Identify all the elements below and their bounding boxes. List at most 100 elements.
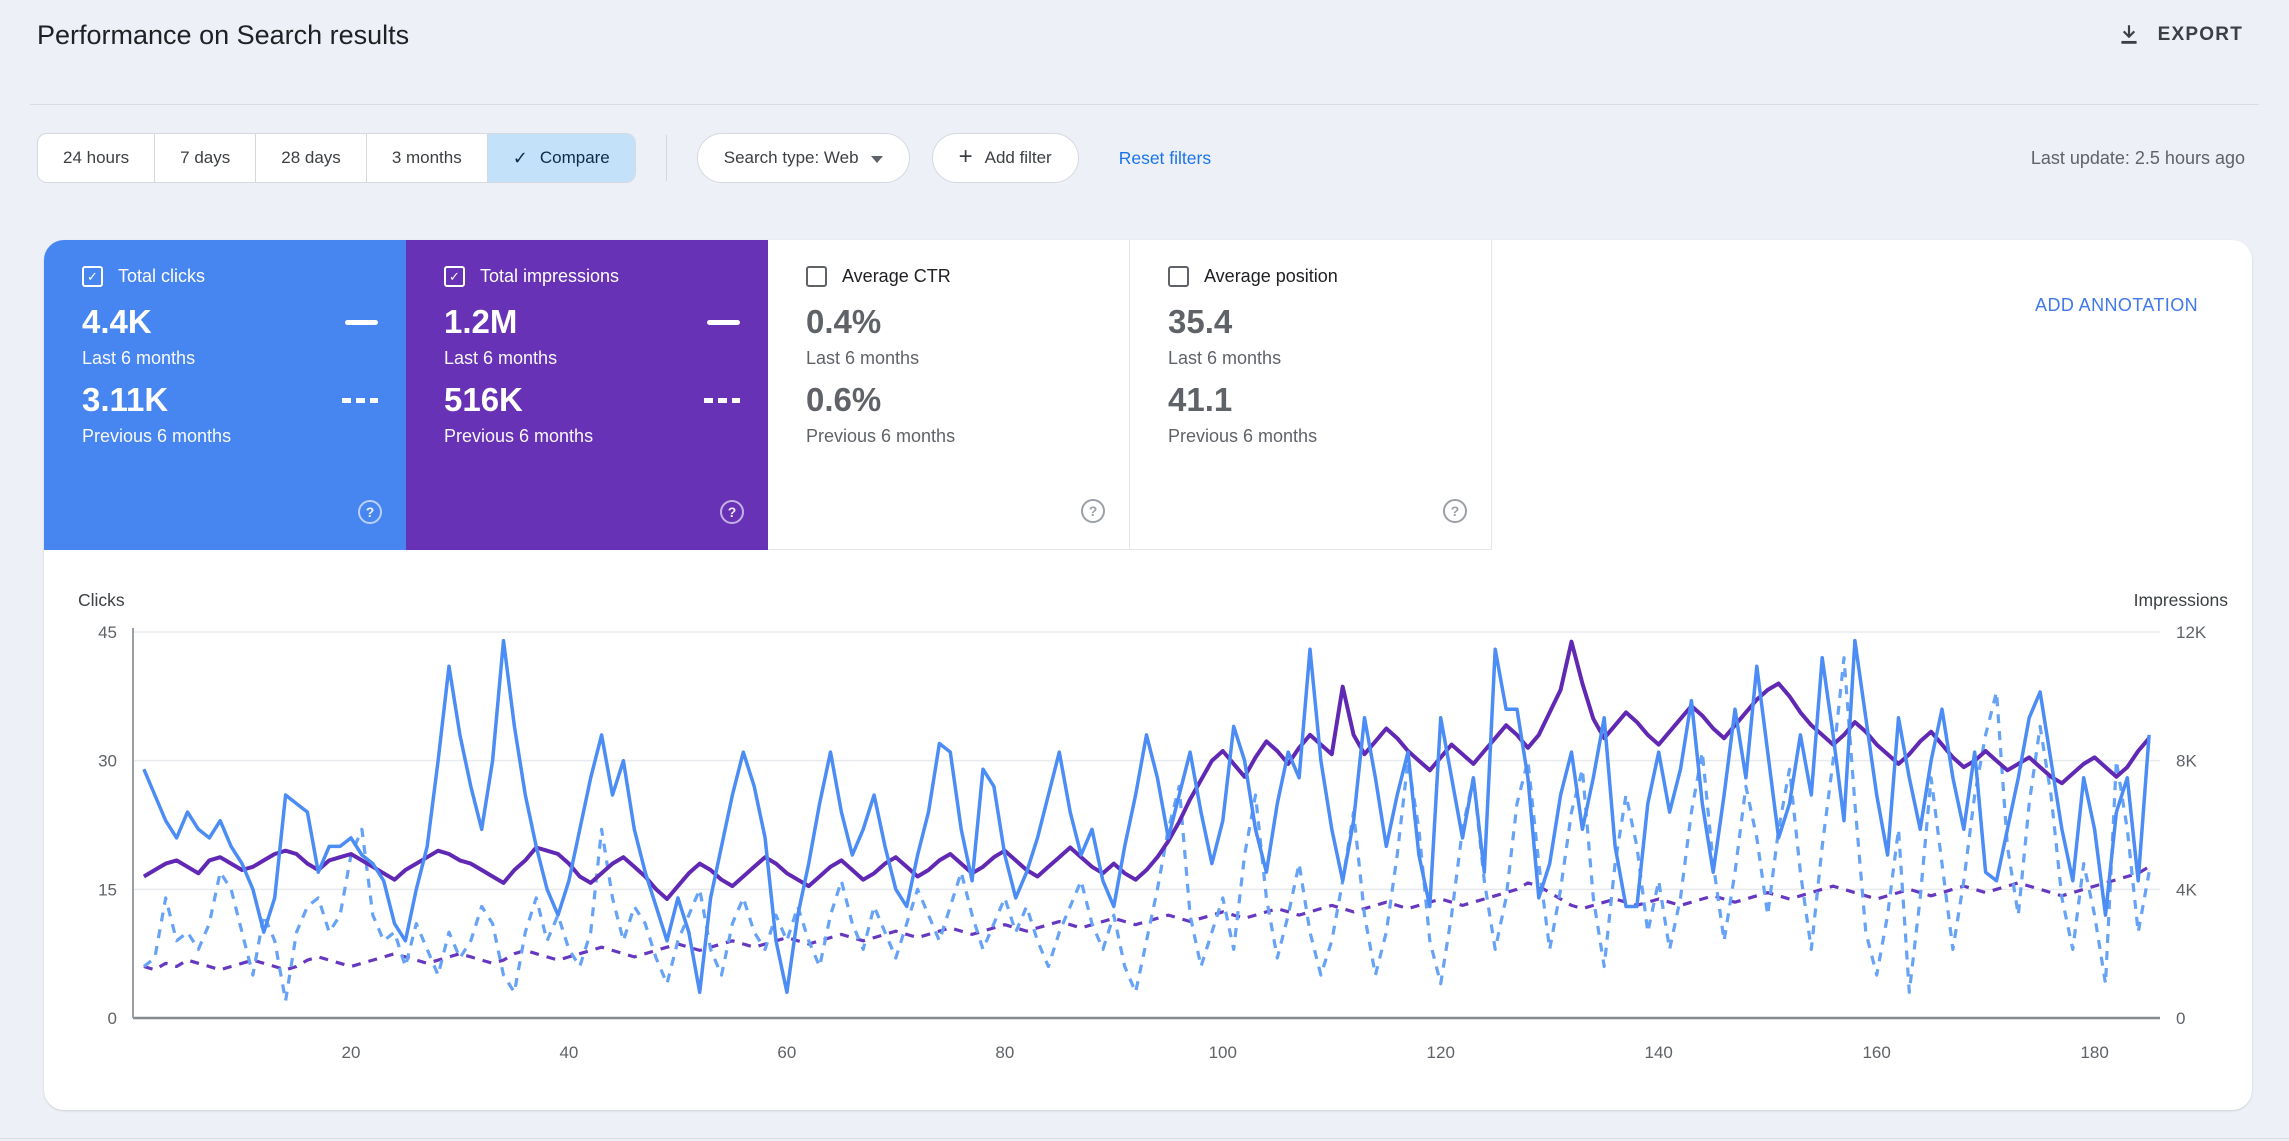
metric-label: Average position bbox=[1204, 266, 1338, 286]
range-label: 28 days bbox=[281, 148, 341, 167]
right-axis-tick: 0 bbox=[2176, 1009, 2185, 1028]
metric-label: Total impressions bbox=[480, 266, 620, 286]
header-divider bbox=[30, 104, 2259, 105]
plus-icon: + bbox=[958, 143, 973, 170]
left-axis-title: Clicks bbox=[78, 590, 125, 610]
metric-value-row: 41.1 bbox=[1168, 381, 1491, 419]
metric-label: Total clicks bbox=[118, 266, 206, 286]
metric-value: 41.1 bbox=[1168, 381, 1233, 418]
solid-line-legend-icon bbox=[707, 319, 740, 325]
range-7-days[interactable]: 7 days bbox=[154, 134, 255, 182]
metric-caption: Last 6 months bbox=[1168, 348, 1282, 368]
series-impressions-previous-6-months bbox=[143, 865, 2150, 972]
range-label: 24 hours bbox=[63, 148, 130, 167]
metric-value-row: 0.6% bbox=[806, 381, 1129, 419]
checkbox-unchecked-icon[interactable] bbox=[1168, 266, 1189, 287]
left-axis-tick: 45 bbox=[98, 623, 117, 642]
range-28-days[interactable]: 28 days bbox=[255, 134, 366, 182]
metric-value-row: 35.4 bbox=[1168, 303, 1491, 341]
metric-tile-total-impressions[interactable]: ✓ Total impressions 1.2M Last 6 months 516K P… bbox=[406, 240, 768, 550]
download-icon bbox=[2116, 22, 2142, 48]
metric-caption: Previous 6 months bbox=[1168, 426, 1318, 446]
range-label: 3 months bbox=[391, 148, 462, 167]
metric-caption: Previous 6 months bbox=[444, 426, 594, 446]
dashed-line-legend-icon bbox=[342, 397, 378, 403]
x-axis-tick: 80 bbox=[995, 1043, 1014, 1062]
right-axis-tick: 12K bbox=[2176, 623, 2207, 642]
metric-label: Average CTR bbox=[842, 266, 951, 286]
metric-value: 0.4% bbox=[806, 303, 882, 340]
metric-caption: Previous 6 months bbox=[806, 426, 956, 446]
help-icon[interactable]: ? bbox=[358, 500, 382, 524]
last-update-text: Last update: 2.5 hours ago bbox=[2030, 147, 2245, 168]
metric-value: 0.6% bbox=[806, 381, 882, 418]
x-axis-tick: 40 bbox=[559, 1043, 578, 1062]
add-annotation-link[interactable]: ADD ANNOTATION bbox=[2029, 294, 2204, 317]
metric-header: Average CTR bbox=[806, 266, 1129, 287]
metric-value-row: 516K bbox=[444, 381, 768, 419]
add-filter-label: Add filter bbox=[984, 148, 1052, 167]
bottom-section-divider bbox=[0, 1138, 2289, 1139]
left-axis-tick: 30 bbox=[98, 752, 117, 771]
add-filter-button[interactable]: + Add filter bbox=[931, 133, 1079, 183]
left-axis-tick: 15 bbox=[98, 880, 117, 899]
metric-header: ✓ Total impressions bbox=[444, 266, 768, 287]
metric-value-row: 0.4% bbox=[806, 303, 1129, 341]
range-3-months[interactable]: 3 months bbox=[365, 134, 487, 182]
filter-toolbar: 24 hours 7 days 28 days 3 months ✓ Compare Se… bbox=[37, 133, 2245, 183]
metric-value-row: 1.2M bbox=[444, 303, 768, 341]
metric-tile-average-ctr[interactable]: Average CTR 0.4% Last 6 months 0.6% Previous… bbox=[768, 240, 1130, 550]
metric-header: ✓ Total clicks bbox=[82, 266, 406, 287]
metric-value: 4.4K bbox=[82, 303, 152, 340]
x-axis-tick: 140 bbox=[1645, 1043, 1673, 1062]
chevron-down-icon bbox=[870, 155, 883, 163]
search-type-label: Search type: Web bbox=[723, 148, 859, 167]
metric-value: 35.4 bbox=[1168, 303, 1233, 340]
performance-card: ✓ Total clicks 4.4K Last 6 months 3.11K Previ… bbox=[44, 240, 2252, 1110]
metric-tile-average-position[interactable]: Average position 35.4 Last 6 months 41.1 Pre… bbox=[1130, 240, 1492, 550]
search-type-dropdown[interactable]: Search type: Web bbox=[696, 133, 910, 183]
reset-filters-link[interactable]: Reset filters bbox=[1113, 147, 1217, 170]
checkbox-checked-icon[interactable]: ✓ bbox=[82, 266, 103, 287]
right-axis-title: Impressions bbox=[2134, 590, 2229, 610]
x-axis-tick: 180 bbox=[2080, 1043, 2108, 1062]
right-axis-tick: 8K bbox=[2176, 752, 2197, 771]
x-axis-tick: 100 bbox=[1209, 1043, 1237, 1062]
range-label: 7 days bbox=[180, 148, 231, 167]
metric-tile-total-clicks[interactable]: ✓ Total clicks 4.4K Last 6 months 3.11K Previ… bbox=[44, 240, 406, 550]
x-axis-tick: 160 bbox=[1862, 1043, 1890, 1062]
left-axis-tick: 0 bbox=[108, 1009, 117, 1028]
checkbox-checked-icon[interactable]: ✓ bbox=[444, 266, 465, 287]
range-24-hours[interactable]: 24 hours bbox=[38, 134, 154, 182]
help-icon[interactable]: ? bbox=[720, 500, 744, 524]
metric-value: 1.2M bbox=[444, 303, 518, 340]
page-title: Performance on Search results bbox=[37, 20, 410, 50]
metric-header: Average position bbox=[1168, 266, 1491, 287]
right-axis-tick: 4K bbox=[2176, 880, 2197, 899]
range-label: Compare bbox=[539, 148, 610, 167]
help-icon[interactable]: ? bbox=[1443, 499, 1467, 523]
toolbar-separator bbox=[665, 135, 667, 181]
checkbox-unchecked-icon[interactable] bbox=[806, 266, 827, 287]
x-axis-tick: 20 bbox=[341, 1043, 360, 1062]
metric-value: 516K bbox=[444, 381, 523, 418]
metric-caption: Last 6 months bbox=[82, 348, 196, 368]
x-axis-tick: 120 bbox=[1427, 1043, 1455, 1062]
solid-line-legend-icon bbox=[345, 319, 378, 325]
metric-caption: Last 6 months bbox=[444, 348, 558, 368]
dashed-line-legend-icon bbox=[704, 397, 740, 403]
x-axis-tick: 60 bbox=[777, 1043, 796, 1062]
metric-caption: Last 6 months bbox=[806, 348, 920, 368]
check-icon: ✓ bbox=[512, 147, 528, 168]
range-compare[interactable]: ✓ Compare bbox=[486, 134, 635, 182]
metric-value: 3.11K bbox=[82, 381, 169, 418]
metric-tiles: ✓ Total clicks 4.4K Last 6 months 3.11K Previ… bbox=[44, 240, 2252, 550]
metric-caption: Previous 6 months bbox=[82, 426, 232, 446]
date-range-group: 24 hours 7 days 28 days 3 months ✓ Compare bbox=[37, 133, 636, 183]
metric-value-row: 3.11K bbox=[82, 381, 406, 419]
export-button[interactable]: EXPORT bbox=[2114, 16, 2245, 54]
help-icon[interactable]: ? bbox=[1081, 499, 1105, 523]
export-label: EXPORT bbox=[2157, 24, 2243, 45]
metric-value-row: 4.4K bbox=[82, 303, 406, 341]
performance-chart: 0 0 15 4K 30 8K 45 12K Clicks Impressions 20 40 60 80… bbox=[78, 590, 2229, 1062]
